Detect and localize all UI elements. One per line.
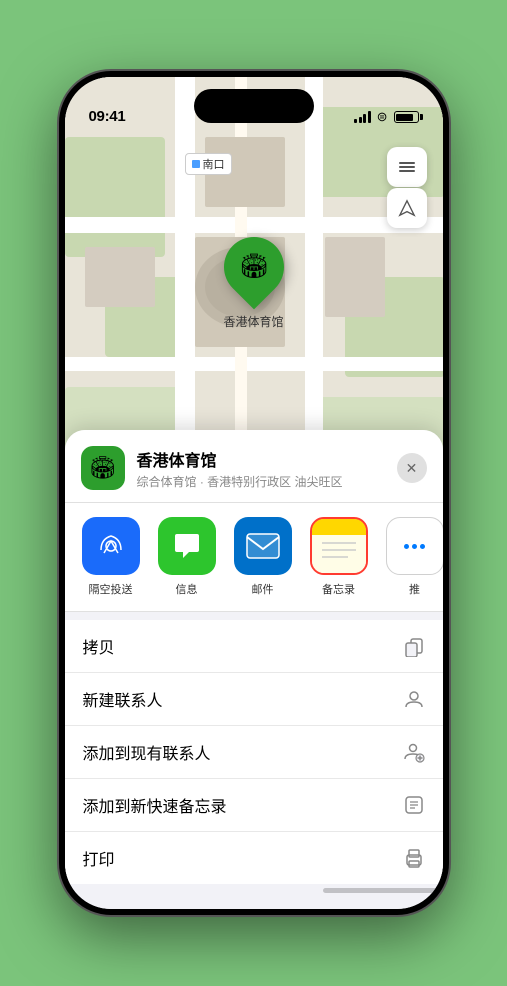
marker-pin: 🏟	[211, 225, 296, 310]
share-row: 隔空投送 信息	[65, 503, 443, 612]
add-notes-icon	[403, 794, 425, 816]
mail-icon	[246, 533, 280, 559]
airdrop-icon-wrap	[82, 517, 140, 575]
mail-icon-wrap	[234, 517, 292, 575]
map-label-text: 南口	[203, 156, 225, 172]
close-icon: ✕	[406, 460, 418, 477]
more-icon-wrap	[386, 517, 443, 575]
add-existing-label: 添加到现有联系人	[83, 740, 211, 764]
add-notes-label: 添加到新快速备忘录	[83, 793, 227, 817]
messages-label: 信息	[176, 581, 198, 597]
layers-icon	[397, 157, 417, 177]
action-item-new-contact[interactable]: 新建联系人	[65, 673, 443, 726]
share-item-more[interactable]: 推	[385, 517, 443, 597]
share-item-notes[interactable]: 备忘录	[309, 517, 369, 597]
phone-screen: 09:41 ⊜	[65, 77, 443, 909]
notes-icon-wrap	[310, 517, 368, 575]
status-time: 09:41	[89, 108, 126, 125]
messages-icon-wrap	[158, 517, 216, 575]
copy-icon	[403, 635, 425, 657]
print-icon	[403, 847, 425, 869]
action-item-add-notes[interactable]: 添加到新快速备忘录	[65, 779, 443, 832]
home-indicator	[323, 888, 443, 893]
airdrop-label: 隔空投送	[89, 581, 133, 597]
share-item-airdrop[interactable]: 隔空投送	[81, 517, 141, 597]
new-contact-label: 新建联系人	[83, 687, 163, 711]
map-label-tag: 南口	[185, 153, 232, 175]
copy-label: 拷贝	[83, 634, 115, 658]
share-item-messages[interactable]: 信息	[157, 517, 217, 597]
bottom-sheet: 🏟 香港体育馆 综合体育馆 · 香港特别行政区 油尖旺区 ✕	[65, 430, 443, 909]
close-button[interactable]: ✕	[397, 453, 427, 483]
add-existing-icon	[403, 741, 425, 763]
marker-label: 香港体育馆	[223, 313, 283, 330]
share-item-mail[interactable]: 邮件	[233, 517, 293, 597]
map-layers-button[interactable]	[387, 147, 427, 187]
venue-desc: 综合体育馆 · 香港特别行政区 油尖旺区	[137, 473, 385, 490]
action-item-add-existing[interactable]: 添加到现有联系人	[65, 726, 443, 779]
airdrop-icon	[96, 531, 126, 561]
phone-frame: 09:41 ⊜	[59, 71, 449, 915]
notes-label: 备忘录	[322, 581, 355, 597]
map-controls[interactable]	[387, 147, 427, 228]
label-dot	[192, 160, 200, 168]
stadium-marker: 🏟 香港体育馆	[223, 237, 283, 330]
stadium-icon: 🏟	[238, 255, 268, 279]
more-dots-icon	[404, 544, 425, 549]
venue-info: 香港体育馆 综合体育馆 · 香港特别行政区 油尖旺区	[137, 447, 385, 490]
print-label: 打印	[83, 846, 115, 870]
venue-icon: 🏟	[81, 446, 125, 490]
action-list: 拷贝 新建联系人 添加到现有联系人	[65, 620, 443, 884]
action-item-copy[interactable]: 拷贝	[65, 620, 443, 673]
action-item-print[interactable]: 打印	[65, 832, 443, 884]
more-label: 推	[409, 581, 420, 597]
wifi-icon: ⊜	[377, 109, 388, 125]
battery-icon	[394, 111, 419, 123]
status-icons: ⊜	[354, 109, 418, 125]
venue-name: 香港体育馆	[137, 447, 385, 471]
signal-bars-icon	[354, 111, 371, 123]
notes-icon	[312, 519, 366, 573]
messages-icon	[171, 530, 203, 562]
location-icon	[398, 199, 416, 217]
location-button[interactable]	[387, 188, 427, 228]
sheet-header: 🏟 香港体育馆 综合体育馆 · 香港特别行政区 油尖旺区 ✕	[65, 430, 443, 503]
dynamic-island	[194, 89, 314, 123]
new-contact-icon	[403, 688, 425, 710]
mail-label: 邮件	[252, 581, 274, 597]
